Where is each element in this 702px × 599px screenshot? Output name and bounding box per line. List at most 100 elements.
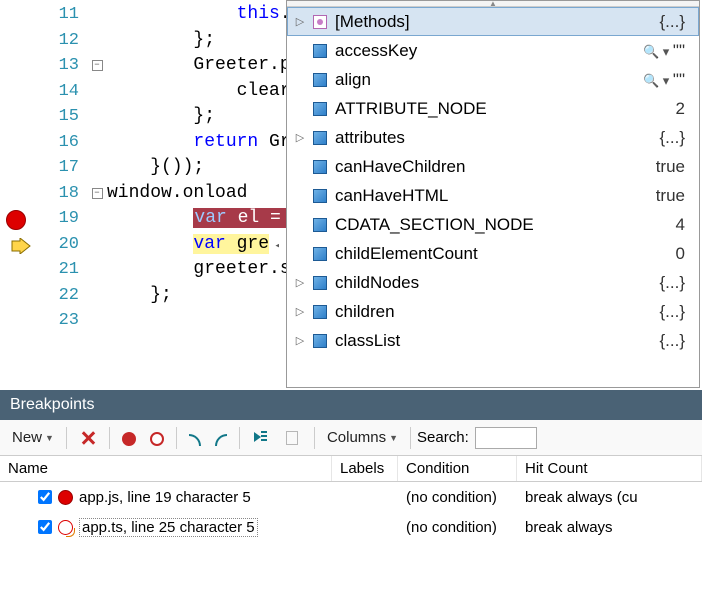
export-button[interactable]	[183, 430, 207, 446]
line-number: 22	[35, 283, 87, 309]
search-label: Search:	[417, 429, 469, 446]
expand-toggle-icon[interactable]: ▷	[295, 305, 305, 318]
breakpoint-name: app.js, line 19 character 5	[79, 489, 251, 506]
magnifier-icon[interactable]: 🔍 ▾	[643, 73, 673, 88]
datatip-label: children	[335, 302, 653, 322]
expand-toggle-icon[interactable]: ▷	[295, 131, 305, 144]
breakpoint-enabled-checkbox[interactable]	[38, 520, 52, 534]
datatip-row[interactable]: canHaveChildren true	[287, 152, 699, 181]
datatip-value: {...}	[659, 128, 691, 148]
expand-toggle-icon[interactable]: ▷	[295, 15, 305, 28]
arrow-left-icon	[215, 434, 227, 446]
import-button[interactable]	[209, 430, 233, 446]
goto-icon	[252, 429, 270, 447]
column-condition[interactable]: Condition	[398, 456, 517, 481]
line-number: 15	[35, 104, 87, 130]
expand-toggle-icon[interactable]: ▷	[295, 276, 305, 289]
debugger-datatip-popup[interactable]: ▲ ▷[Methods]{...}accessKey🔍 ▾ ""align🔍 ▾…	[286, 0, 700, 388]
column-hit-count[interactable]: Hit Count	[517, 456, 702, 481]
datatip-row[interactable]: ▷ children {...}	[287, 297, 699, 326]
line-number: 14	[35, 79, 87, 105]
breakpoint-condition: (no condition)	[398, 519, 517, 536]
breakpoint-enabled-checkbox[interactable]	[38, 490, 52, 504]
datatip-row[interactable]: align🔍 ▾ ""	[287, 65, 699, 94]
line-number: 11	[35, 2, 87, 28]
property-icon	[311, 275, 329, 291]
datatip-row[interactable]: ATTRIBUTE_NODE2	[287, 94, 699, 123]
line-number: 23	[35, 308, 87, 334]
separator	[66, 427, 67, 449]
column-name[interactable]: Name	[0, 456, 332, 481]
line-number: 16	[35, 130, 87, 156]
breakpoint-row[interactable]: app.js, line 19 character 5 (no condition…	[0, 482, 702, 512]
delete-breakpoint-button[interactable]	[73, 427, 103, 449]
datatip-row[interactable]: CDATA_SECTION_NODE4	[287, 210, 699, 239]
breakpoints-grid[interactable]: app.js, line 19 character 5 (no condition…	[0, 482, 702, 542]
fold-toggle[interactable]: −	[92, 60, 103, 71]
datatip-label: ATTRIBUTE_NODE	[335, 99, 670, 119]
datatip-value: 0	[676, 244, 691, 264]
line-number: 17	[35, 155, 87, 181]
datatip-row[interactable]: canHaveHTML true	[287, 181, 699, 210]
datatip-label: attributes	[335, 128, 653, 148]
datatip-label: childNodes	[335, 273, 653, 293]
datatip-value: true	[656, 186, 691, 206]
disable-all-button[interactable]	[144, 428, 170, 448]
breakpoint-glyph[interactable]	[6, 210, 26, 230]
property-icon	[311, 217, 329, 233]
grid-header[interactable]: Name Labels Condition Hit Count	[0, 456, 702, 482]
datatip-value: {...}	[659, 273, 691, 293]
breakpoint-disabled-icon	[150, 432, 164, 446]
property-icon	[311, 333, 329, 349]
datatip-value: {...}	[659, 302, 691, 322]
datatip-value: true	[656, 157, 691, 177]
datatip-row[interactable]: ▷[Methods]{...}	[287, 7, 699, 36]
separator	[314, 427, 315, 449]
chevron-down-icon: ▼	[389, 433, 398, 443]
line-number: 13	[35, 53, 87, 79]
property-icon	[311, 101, 329, 117]
expand-toggle-icon[interactable]: ▷	[295, 334, 305, 347]
new-breakpoint-button[interactable]: New▼	[6, 427, 60, 448]
columns-button[interactable]: Columns▼	[321, 427, 404, 448]
arrow-right-icon	[189, 434, 201, 446]
fold-toggle[interactable]: −	[92, 188, 103, 199]
code-editor[interactable]: 11 12 13 14 15 16 17 18 19 20 21 22 23 −…	[0, 0, 702, 390]
property-icon	[311, 43, 329, 59]
datatip-label: canHaveHTML	[335, 186, 650, 206]
property-icon	[311, 304, 329, 320]
datatip-row[interactable]: ▷classList{...}	[287, 326, 699, 355]
separator	[109, 427, 110, 449]
breakpoint-condition: (no condition)	[398, 489, 517, 506]
breakpoint-enabled-icon	[122, 432, 136, 446]
line-number: 12	[35, 28, 87, 54]
collapse-triangle-icon[interactable]: ◂	[269, 241, 280, 251]
search-input[interactable]	[475, 427, 537, 449]
glyph-margin[interactable]	[0, 0, 35, 390]
breakpoints-toolbar: New▼ Columns▼ Search:	[0, 420, 702, 456]
datatip-row[interactable]: ▷ attributes {...}	[287, 123, 699, 152]
show-source-button[interactable]	[278, 427, 308, 449]
breakpoints-panel: Breakpoints New▼ Columns▼ Search: Name L…	[0, 390, 702, 599]
goto-source-button[interactable]	[246, 427, 276, 449]
datatip-value: 4	[676, 215, 691, 235]
breakpoint-row[interactable]: app.ts, line 25 character 5(no condition…	[0, 512, 702, 542]
datatip-row[interactable]: ▷ childNodes {...}	[287, 268, 699, 297]
chevron-down-icon: ▼	[45, 433, 54, 443]
datatip-row[interactable]: childElementCount0	[287, 239, 699, 268]
datatip-label: align	[335, 70, 637, 90]
current-statement-arrow-icon	[10, 238, 32, 254]
line-number: 21	[35, 257, 87, 283]
property-icon	[311, 188, 329, 204]
fold-gutter[interactable]: − −	[87, 0, 107, 390]
separator	[239, 427, 240, 449]
line-number: 18	[35, 181, 87, 207]
datatip-row[interactable]: accessKey🔍 ▾ ""	[287, 36, 699, 65]
magnifier-icon[interactable]: 🔍 ▾	[643, 44, 673, 59]
enable-all-button[interactable]	[116, 428, 142, 448]
datatip-label: canHaveChildren	[335, 157, 650, 177]
column-labels[interactable]: Labels	[332, 456, 398, 481]
methods-icon	[311, 14, 329, 30]
property-icon	[311, 72, 329, 88]
property-icon	[311, 130, 329, 146]
